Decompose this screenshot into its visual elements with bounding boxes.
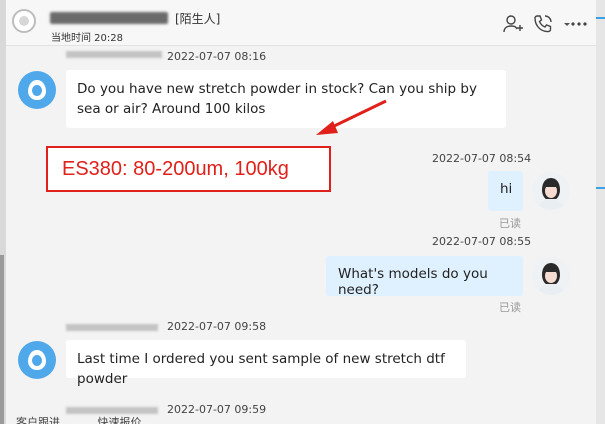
add-contact-icon[interactable] (502, 13, 524, 35)
message-time: 2022-07-07 08:55 (432, 235, 532, 248)
annotation-box: ES380: 80-200um, 100kg (46, 146, 331, 192)
user-avatar[interactable] (532, 257, 570, 295)
tab-quick-quote[interactable]: 快速报价 (98, 416, 142, 424)
local-time: 当地时间 20:28 (51, 33, 123, 44)
message-bubble: What's models do you need? (326, 256, 523, 298)
contact-avatar[interactable] (12, 9, 36, 33)
left-panel-scroll (0, 255, 4, 424)
message-time: 2022-07-07 09:58 (167, 320, 267, 333)
message-time: 2022-07-07 08:16 (167, 50, 267, 63)
right-panel-edge (596, 0, 605, 424)
read-status: 已读 (499, 217, 521, 230)
call-icon[interactable] (532, 13, 554, 35)
contact-avatar[interactable] (18, 71, 56, 109)
message-bubble: Do you have new stretch powder in stock?… (66, 70, 506, 128)
contact-name-redacted (50, 12, 168, 24)
message-time: 2022-07-07 09:59 (167, 403, 267, 416)
sender-name-redacted (66, 51, 162, 58)
sender-name-redacted (66, 324, 158, 331)
dropdown-icon[interactable] (556, 13, 570, 35)
tab-customer-followup[interactable]: 客户跟进 (16, 416, 60, 424)
chat-window: [陌生人] 当地时间 20:28 2022-07-07 08:16 Do you… (6, 0, 596, 424)
message-bubble: Last time I ordered you sent sample of n… (66, 340, 466, 387)
sender-name-redacted (66, 407, 158, 414)
bottom-tabs: 客户跟进 快速报价 (16, 414, 142, 424)
message-time: 2022-07-07 08:54 (432, 152, 532, 165)
read-status: 已读 (499, 301, 521, 314)
contact-avatar[interactable] (18, 341, 56, 379)
more-icon[interactable] (568, 13, 590, 35)
chat-header: [陌生人] 当地时间 20:28 (6, 0, 596, 46)
contact-tag: [陌生人] (175, 12, 221, 26)
right-edge-accent (596, 17, 605, 19)
user-avatar[interactable] (532, 172, 570, 210)
right-edge-accent (596, 187, 605, 189)
annotation-arrow (316, 99, 387, 135)
message-bubble: hi (488, 171, 523, 211)
